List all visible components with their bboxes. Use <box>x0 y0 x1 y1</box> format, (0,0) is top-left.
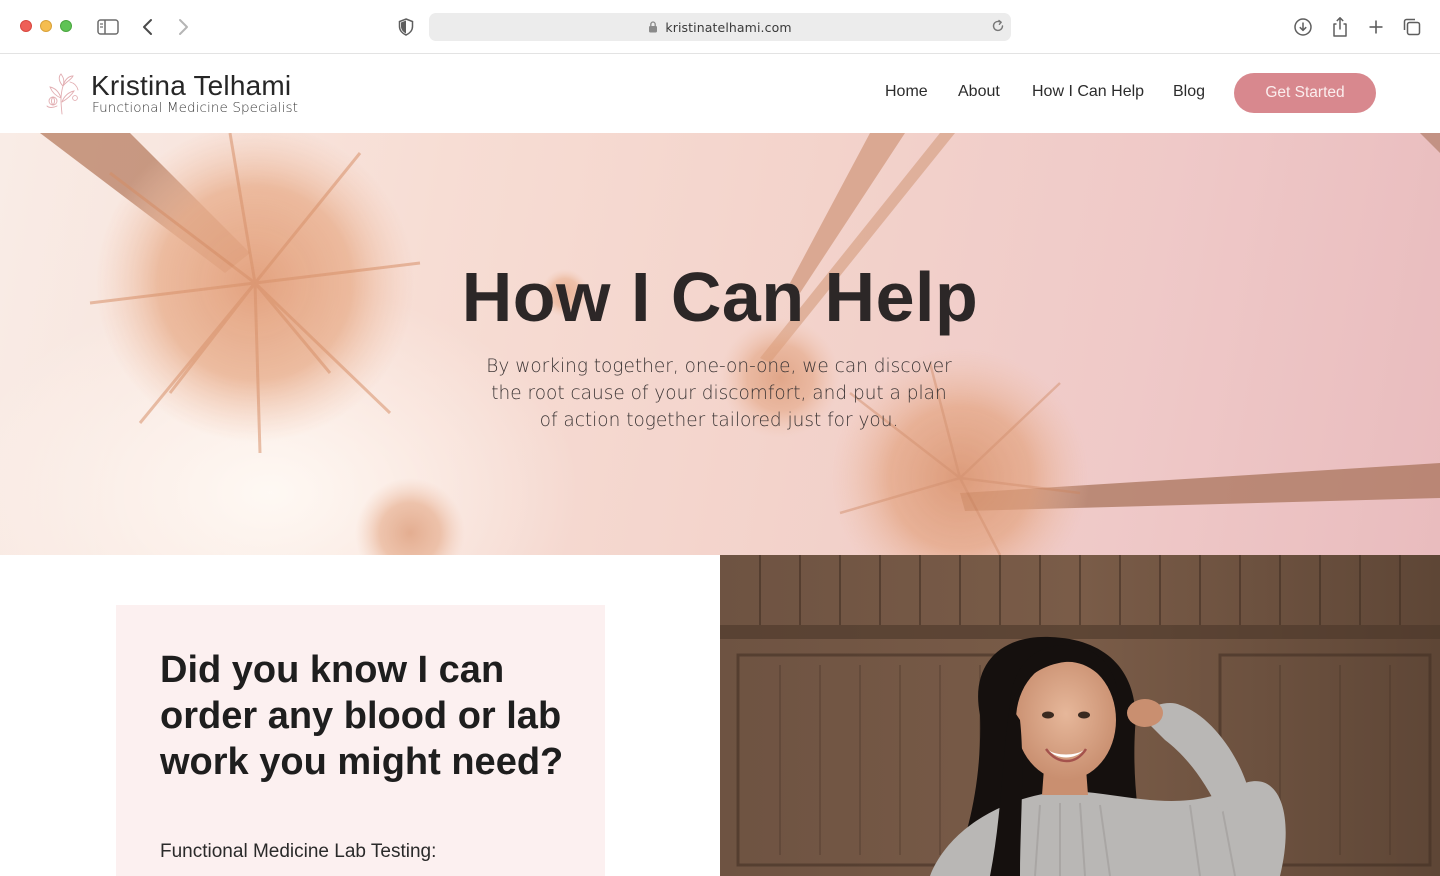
nav-blog[interactable]: Blog <box>1173 83 1205 101</box>
url-text: kristinatelhami.com <box>665 19 792 35</box>
zoom-window-button[interactable] <box>60 20 72 32</box>
nav-home[interactable]: Home <box>885 83 928 101</box>
back-icon[interactable] <box>135 14 161 40</box>
lab-card-subtitle: Functional Medicine Lab Testing: <box>160 841 437 862</box>
portrait-photo <box>720 555 1440 876</box>
nav-about[interactable]: About <box>958 83 1000 101</box>
hero-title: How I Can Help <box>461 258 979 336</box>
forward-icon[interactable] <box>170 14 196 40</box>
sidebar-toggle-icon[interactable] <box>95 14 121 40</box>
get-started-button[interactable]: Get Started <box>1234 73 1376 113</box>
nav-how-i-can-help[interactable]: How I Can Help <box>1032 83 1144 101</box>
minimize-window-button[interactable] <box>40 20 52 32</box>
hero-subtitle: By working together, one-on-one, we can … <box>486 356 952 431</box>
privacy-shield-icon[interactable] <box>393 14 419 40</box>
portrait-photo-image <box>720 555 1440 876</box>
new-tab-icon[interactable] <box>1363 14 1389 40</box>
brand-tagline: Functional Medicine Specialist <box>92 100 299 116</box>
lab-info-card: Did you know I can order any blood or la… <box>116 605 605 876</box>
brand-name[interactable]: Kristina Telhami <box>91 70 291 102</box>
address-bar[interactable]: kristinatelhami.com <box>429 13 1011 41</box>
lock-icon <box>648 21 658 33</box>
site-header: Kristina Telhami Functional Medicine Spe… <box>0 54 1440 133</box>
lab-card-title: Did you know I can order any blood or la… <box>160 649 564 783</box>
tab-overview-icon[interactable] <box>1399 14 1425 40</box>
browser-toolbar: kristinatelhami.com <box>0 0 1440 54</box>
hero-section: How I Can Help By working together, one-… <box>0 133 1440 555</box>
lab-testing-section: Did you know I can order any blood or la… <box>0 555 1440 876</box>
flower-logo-icon[interactable] <box>44 68 84 116</box>
share-icon[interactable] <box>1327 14 1353 40</box>
reload-icon[interactable] <box>991 19 1005 38</box>
downloads-icon[interactable] <box>1290 14 1316 40</box>
palm-trees-background-image <box>40 133 1440 555</box>
close-window-button[interactable] <box>20 20 32 32</box>
